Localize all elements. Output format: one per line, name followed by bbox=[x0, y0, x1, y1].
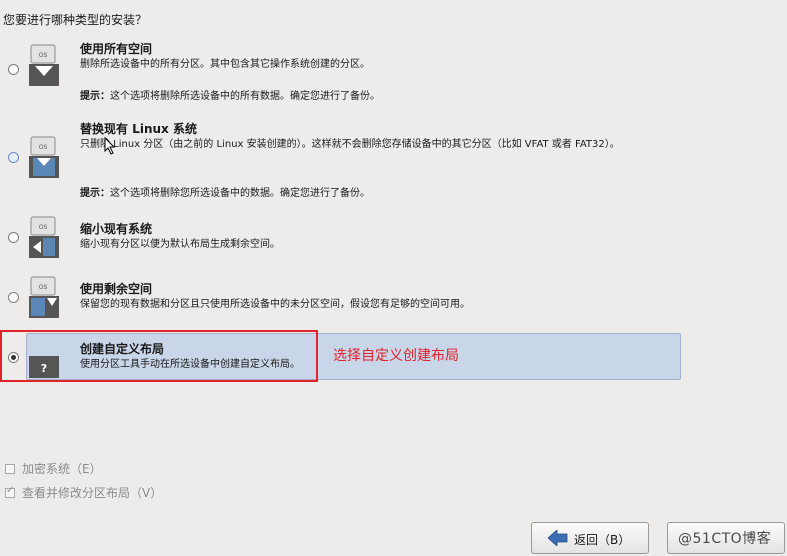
radio-replace-linux[interactable] bbox=[8, 152, 19, 163]
annotation-highlight-box bbox=[0, 330, 318, 382]
disk-icon: OS bbox=[29, 44, 59, 86]
back-arrow-icon bbox=[548, 530, 568, 546]
annotation-text: 选择自定义创建布局 bbox=[333, 348, 459, 364]
option-shrink-system[interactable]: OS 缩小现有系统 缩小现有分区以便为默认布局生成剩余空间。 bbox=[0, 216, 690, 272]
option-tip: 提示：这个选项将删除所选设备中的所有数据。确定您进行了备份。 bbox=[80, 87, 380, 102]
option-tip: 提示：这个选项将删除您所选设备中的数据。确定您进行了备份。 bbox=[80, 184, 370, 199]
disk-label: OS bbox=[39, 144, 48, 151]
option-description: 只删除 Linux 分区（由之前的 Linux 安装创建的）。这样就不会删除您存… bbox=[80, 139, 620, 150]
option-title: 使用剩余空间 bbox=[80, 282, 153, 296]
back-button-label: 返回（B） bbox=[574, 533, 631, 547]
checkbox-review-layout[interactable]: ✓ 查看并修改分区布局（V） bbox=[5, 484, 162, 501]
back-button[interactable]: 返回（B） bbox=[531, 522, 649, 554]
disk-icon: OS bbox=[29, 276, 59, 318]
option-title: 缩小现有系统 bbox=[80, 222, 153, 236]
checkbox-label: 查看并修改分区布局（V） bbox=[22, 486, 163, 500]
checkmark-icon: ✓ bbox=[6, 485, 15, 496]
checkbox-label: 加密系统（E） bbox=[22, 462, 102, 476]
tip-label: 提示： bbox=[80, 91, 110, 102]
checkbox-box[interactable] bbox=[5, 464, 15, 474]
tip-text: 这个选项将删除您所选设备中的数据。确定您进行了备份。 bbox=[110, 188, 370, 199]
radio-shrink-system[interactable] bbox=[8, 232, 19, 243]
option-use-free-space[interactable]: OS 使用剩余空间 保留您的现有数据和分区且只使用所选设备中的未分区空间，假设您… bbox=[0, 276, 690, 332]
radio-use-all-space[interactable] bbox=[8, 64, 19, 75]
disk-icon: OS bbox=[29, 216, 59, 258]
option-description: 保留您的现有数据和分区且只使用所选设备中的未分区空间，假设您有足够的空间可用。 bbox=[80, 299, 470, 310]
tip-text: 这个选项将删除所选设备中的所有数据。确定您进行了备份。 bbox=[110, 91, 380, 102]
tip-label: 提示： bbox=[80, 188, 110, 199]
option-title: 使用所有空间 bbox=[80, 42, 153, 56]
disk-label: OS bbox=[39, 224, 48, 231]
disk-label: OS bbox=[39, 52, 48, 59]
option-title: 替换现有 Linux 系统 bbox=[80, 122, 197, 136]
watermark: @51CTO博客 bbox=[678, 531, 772, 547]
disk-label: OS bbox=[39, 284, 48, 291]
option-description: 缩小现有分区以便为默认布局生成剩余空间。 bbox=[80, 239, 280, 250]
option-description: 删除所选设备中的所有分区。其中包含其它操作系统创建的分区。 bbox=[80, 59, 370, 70]
option-use-all-space[interactable]: OS 使用所有空间 删除所选设备中的所有分区。其中包含其它操作系统创建的分区。 … bbox=[0, 40, 690, 102]
checkbox-box[interactable]: ✓ bbox=[5, 485, 15, 498]
mouse-cursor-icon bbox=[104, 137, 116, 155]
checkbox-encrypt-system[interactable]: 加密系统（E） bbox=[5, 460, 102, 477]
radio-use-free-space[interactable] bbox=[8, 292, 19, 303]
disk-icon: OS bbox=[29, 136, 59, 178]
install-type-question: 您要进行哪种类型的安装？ bbox=[3, 13, 148, 27]
